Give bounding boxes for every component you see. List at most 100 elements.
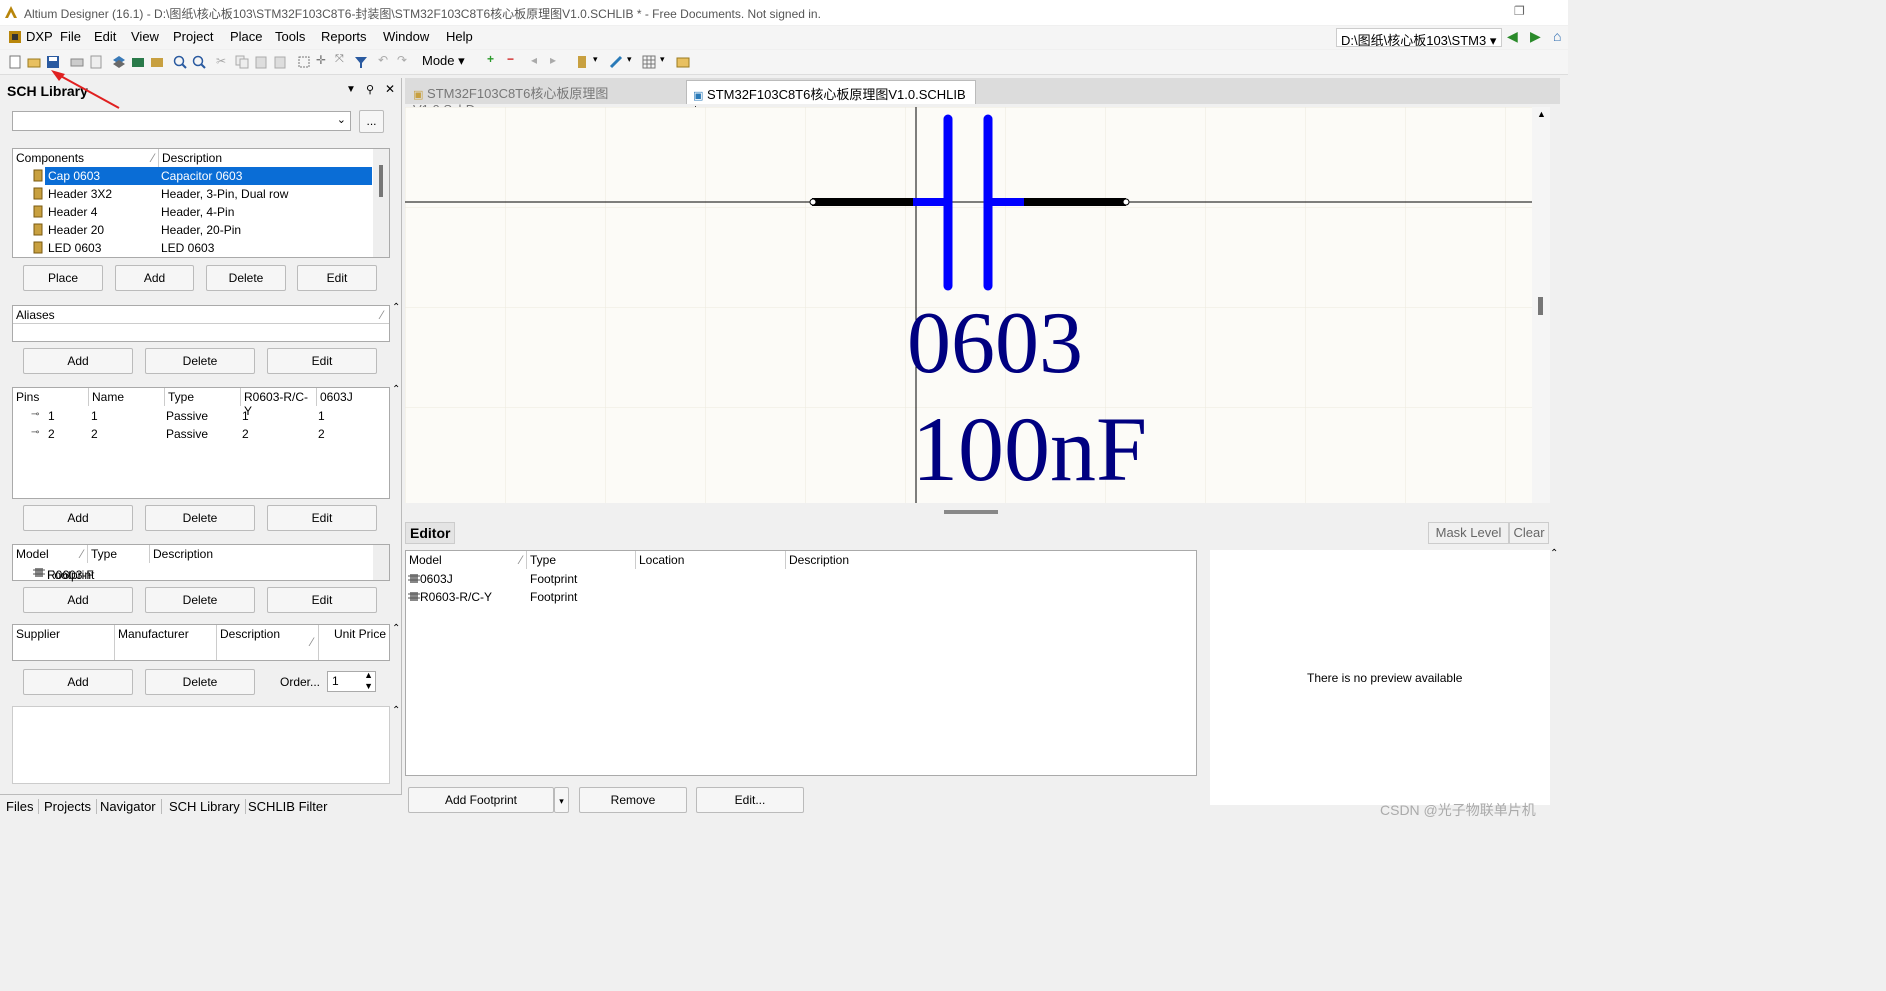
collapse-up-icon[interactable]: ⌃ xyxy=(1550,548,1558,559)
list-item[interactable]: Header 4 Header, 4-Pin xyxy=(13,203,389,221)
clear-filter-icon[interactable] xyxy=(354,55,368,69)
components-scrollbar[interactable] xyxy=(373,149,389,257)
col-footprint-b[interactable]: 0603J xyxy=(317,388,389,406)
menu-file[interactable]: File xyxy=(60,29,81,44)
list-item[interactable]: Header 20 Header, 20-Pin xyxy=(13,221,389,239)
tab-projects[interactable]: Projects xyxy=(44,799,97,814)
splitter-handle[interactable] xyxy=(944,510,998,514)
collapse-up-icon[interactable]: ⌃ xyxy=(392,705,400,716)
add-footprint-dropdown[interactable]: ▾ xyxy=(554,787,569,813)
copy-icon[interactable] xyxy=(235,55,249,69)
col-pins[interactable]: Pins xyxy=(13,388,89,406)
table-row[interactable]: ⊸ 1 1 Passive 1 1 xyxy=(13,407,389,425)
open-folder-icon[interactable] xyxy=(27,55,41,69)
col-type[interactable]: Type xyxy=(165,388,241,406)
list-item[interactable]: Cap 0603 Capacitor 0603 xyxy=(13,167,372,185)
col-unit-price[interactable]: Unit Price xyxy=(319,625,389,660)
tab-schdoc[interactable]: ▣ STM32F103C8T6核心板原理图V1.0.SchDoc xyxy=(407,80,685,117)
library-icon[interactable] xyxy=(150,55,164,69)
move-icon[interactable]: ✛ xyxy=(316,53,326,67)
add-model-button[interactable]: Add xyxy=(23,587,133,613)
stepper-down-icon[interactable]: ▼ xyxy=(364,681,373,691)
edit-model-button[interactable]: Edit xyxy=(267,587,377,613)
undo-icon[interactable]: ↶ xyxy=(378,53,388,67)
delete-supplier-button[interactable]: Delete xyxy=(145,669,255,695)
component-icon[interactable] xyxy=(575,55,589,69)
paste-icon[interactable] xyxy=(254,55,268,69)
scroll-up-icon[interactable]: ▲ xyxy=(1537,109,1546,119)
canvas-scrollbar[interactable]: ▲ xyxy=(1532,107,1550,503)
remove-part-icon[interactable]: − xyxy=(507,52,514,66)
add-supplier-button[interactable]: Add xyxy=(23,669,133,695)
menu-reports[interactable]: Reports xyxy=(321,29,367,44)
board-icon[interactable] xyxy=(131,55,145,69)
add-pin-button[interactable]: Add xyxy=(23,505,133,531)
add-part-icon[interactable]: + xyxy=(487,52,494,66)
tab-files[interactable]: Files xyxy=(6,799,40,814)
scrollbar-thumb[interactable] xyxy=(1538,297,1543,315)
models-scrollbar[interactable] xyxy=(373,545,389,580)
zoom-out-icon[interactable] xyxy=(192,55,206,69)
rubber-stamp-icon[interactable] xyxy=(273,55,287,69)
delete-component-button[interactable]: Delete xyxy=(206,265,286,291)
prev-part-icon[interactable]: ◂ xyxy=(531,53,537,67)
pencil-dropdown-icon[interactable]: ▾ xyxy=(627,54,632,65)
tab-schlib[interactable]: ▣ STM32F103C8T6核心板原理图V1.0.SCHLIB * xyxy=(686,80,976,118)
col-manufacturer[interactable]: Manufacturer xyxy=(115,625,217,660)
delete-pin-button[interactable]: Delete xyxy=(145,505,255,531)
collapse-up-icon[interactable]: ⌃ xyxy=(392,384,400,395)
chevron-down-icon[interactable]: ⌄ xyxy=(337,113,346,126)
tab-schlib-filter[interactable]: SCHLIB Filter xyxy=(248,799,332,814)
col-model-description[interactable]: Description xyxy=(150,545,372,563)
back-icon[interactable]: ◀ xyxy=(1507,28,1518,45)
col-model[interactable]: Model ⁄ xyxy=(406,551,527,569)
tab-sch-library[interactable]: SCH Library xyxy=(169,799,246,814)
new-file-icon[interactable] xyxy=(8,55,22,69)
edit-pin-button[interactable]: Edit xyxy=(267,505,377,531)
close-icon[interactable]: ✕ xyxy=(385,82,395,96)
filter-browse-button[interactable]: ... xyxy=(359,110,384,133)
forward-icon[interactable]: ▶ xyxy=(1530,28,1541,45)
mode-dropdown[interactable]: Mode ▾ xyxy=(422,53,465,69)
table-row[interactable]: 0603J Footprint xyxy=(406,570,1196,588)
menu-place[interactable]: Place xyxy=(230,29,263,44)
col-description[interactable]: Description xyxy=(786,551,1196,569)
delete-alias-button[interactable]: Delete xyxy=(145,348,255,374)
menu-project[interactable]: Project xyxy=(173,29,213,44)
col-footprint-a[interactable]: R0603-R/C-Y xyxy=(241,388,317,418)
list-item[interactable]: Header 3X2 Header, 3-Pin, Dual row xyxy=(13,185,389,203)
next-part-icon[interactable]: ▸ xyxy=(550,53,556,67)
add-footprint-button[interactable]: Add Footprint xyxy=(408,787,554,813)
folder-icon[interactable] xyxy=(676,55,690,69)
col-model[interactable]: Model ⁄ xyxy=(13,545,88,563)
stepper-up-icon[interactable]: ▲ xyxy=(364,670,373,680)
table-row[interactable]: R0603-F Footprint xyxy=(13,564,389,582)
col-type[interactable]: Type xyxy=(527,551,636,569)
col-name[interactable]: Name xyxy=(89,388,165,406)
menu-dxp[interactable]: DXP xyxy=(26,29,53,44)
deselect-icon[interactable]: ⤧ xyxy=(335,53,344,66)
restore-icon[interactable]: ❐ xyxy=(1514,4,1525,18)
collapse-up-icon[interactable]: ⌃ xyxy=(392,302,400,313)
grid-icon[interactable] xyxy=(642,55,656,69)
clear-button[interactable]: Clear xyxy=(1509,522,1549,544)
schematic-canvas[interactable]: 0603 100nF xyxy=(405,107,1532,503)
menu-edit[interactable]: Edit xyxy=(94,29,116,44)
panel-menu-icon[interactable]: ▼ xyxy=(346,84,356,95)
edit-footprint-button[interactable]: Edit... xyxy=(696,787,804,813)
delete-model-button[interactable]: Delete xyxy=(145,587,255,613)
col-components[interactable]: Components ⁄ xyxy=(13,149,159,167)
pencil-icon[interactable] xyxy=(609,55,623,69)
col-model-type[interactable]: Type xyxy=(88,545,150,563)
place-button[interactable]: Place xyxy=(23,265,103,291)
order-stepper[interactable]: 1 ▲ ▼ xyxy=(327,670,376,692)
select-area-icon[interactable] xyxy=(297,55,311,69)
col-aliases[interactable]: Aliases ⁄ xyxy=(13,306,389,324)
menu-tools[interactable]: Tools xyxy=(275,29,305,44)
edit-component-button[interactable]: Edit xyxy=(297,265,377,291)
menu-view[interactable]: View xyxy=(131,29,159,44)
col-location[interactable]: Location xyxy=(636,551,786,569)
grid-dropdown-icon[interactable]: ▾ xyxy=(660,54,665,65)
table-row[interactable]: ⊸ 2 2 Passive 2 2 xyxy=(13,425,389,443)
zoom-in-icon[interactable] xyxy=(173,55,187,69)
